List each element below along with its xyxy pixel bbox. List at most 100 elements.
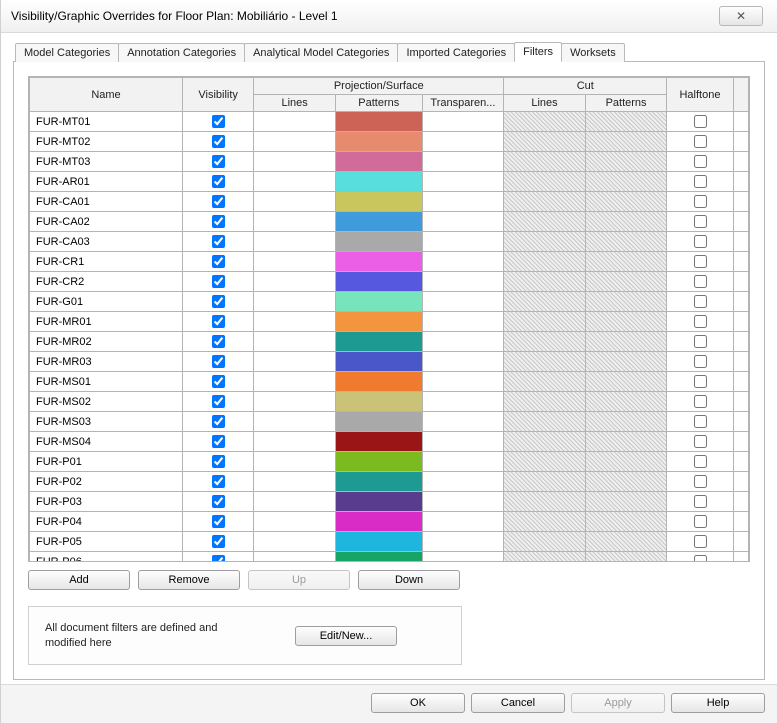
visibility-checkbox[interactable] bbox=[212, 555, 225, 562]
col-halftone-header[interactable]: Halftone bbox=[667, 78, 733, 112]
visibility-checkbox[interactable] bbox=[212, 535, 225, 548]
proj-transparency-cell[interactable] bbox=[422, 412, 504, 432]
halftone-checkbox[interactable] bbox=[694, 135, 707, 148]
visibility-checkbox[interactable] bbox=[212, 135, 225, 148]
visibility-checkbox[interactable] bbox=[212, 415, 225, 428]
tab-filters[interactable]: Filters bbox=[514, 42, 562, 62]
halftone-checkbox[interactable] bbox=[694, 335, 707, 348]
halftone-checkbox[interactable] bbox=[694, 555, 707, 562]
proj-lines-cell[interactable] bbox=[254, 292, 336, 312]
tab-annotation-categories[interactable]: Annotation Categories bbox=[118, 43, 245, 62]
halftone-checkbox[interactable] bbox=[694, 295, 707, 308]
filter-name-cell[interactable]: FUR-G01 bbox=[30, 292, 183, 312]
filter-name-cell[interactable]: FUR-P02 bbox=[30, 472, 183, 492]
col-name-header[interactable]: Name bbox=[30, 78, 183, 112]
filter-name-cell[interactable]: FUR-CA01 bbox=[30, 192, 183, 212]
filter-name-cell[interactable]: FUR-MT02 bbox=[30, 132, 183, 152]
visibility-checkbox[interactable] bbox=[212, 475, 225, 488]
filter-name-cell[interactable]: FUR-MT03 bbox=[30, 152, 183, 172]
proj-pattern-cell[interactable] bbox=[335, 432, 422, 452]
proj-lines-cell[interactable] bbox=[254, 372, 336, 392]
proj-pattern-cell[interactable] bbox=[335, 532, 422, 552]
halftone-cell[interactable] bbox=[667, 552, 733, 563]
proj-pattern-cell[interactable] bbox=[335, 452, 422, 472]
proj-transparency-cell[interactable] bbox=[422, 212, 504, 232]
col-visibility-header[interactable]: Visibility bbox=[182, 78, 253, 112]
visibility-cell[interactable] bbox=[182, 392, 253, 412]
proj-lines-cell[interactable] bbox=[254, 232, 336, 252]
filter-name-cell[interactable]: FUR-MS01 bbox=[30, 372, 183, 392]
visibility-checkbox[interactable] bbox=[212, 515, 225, 528]
visibility-cell[interactable] bbox=[182, 112, 253, 132]
halftone-cell[interactable] bbox=[667, 232, 733, 252]
halftone-cell[interactable] bbox=[667, 252, 733, 272]
table-row[interactable]: FUR-MT01 bbox=[30, 112, 749, 132]
proj-transparency-cell[interactable] bbox=[422, 552, 504, 563]
table-row[interactable]: FUR-P01 bbox=[30, 452, 749, 472]
visibility-cell[interactable] bbox=[182, 232, 253, 252]
proj-transparency-cell[interactable] bbox=[422, 472, 504, 492]
proj-lines-cell[interactable] bbox=[254, 152, 336, 172]
proj-lines-cell[interactable] bbox=[254, 452, 336, 472]
visibility-cell[interactable] bbox=[182, 372, 253, 392]
visibility-checkbox[interactable] bbox=[212, 235, 225, 248]
filter-name-cell[interactable]: FUR-CA03 bbox=[30, 232, 183, 252]
filter-name-cell[interactable]: FUR-P03 bbox=[30, 492, 183, 512]
proj-transparency-cell[interactable] bbox=[422, 232, 504, 252]
proj-lines-cell[interactable] bbox=[254, 172, 336, 192]
visibility-cell[interactable] bbox=[182, 452, 253, 472]
ok-button[interactable]: OK bbox=[371, 693, 465, 713]
table-row[interactable]: FUR-P06 bbox=[30, 552, 749, 563]
filter-name-cell[interactable]: FUR-P06 bbox=[30, 552, 183, 563]
proj-lines-cell[interactable] bbox=[254, 492, 336, 512]
visibility-cell[interactable] bbox=[182, 172, 253, 192]
halftone-checkbox[interactable] bbox=[694, 435, 707, 448]
halftone-cell[interactable] bbox=[667, 292, 733, 312]
table-row[interactable]: FUR-MT03 bbox=[30, 152, 749, 172]
halftone-cell[interactable] bbox=[667, 212, 733, 232]
table-row[interactable]: FUR-P05 bbox=[30, 532, 749, 552]
visibility-checkbox[interactable] bbox=[212, 355, 225, 368]
halftone-checkbox[interactable] bbox=[694, 195, 707, 208]
visibility-cell[interactable] bbox=[182, 192, 253, 212]
halftone-cell[interactable] bbox=[667, 312, 733, 332]
visibility-cell[interactable] bbox=[182, 152, 253, 172]
proj-pattern-cell[interactable] bbox=[335, 232, 422, 252]
table-row[interactable]: FUR-CA02 bbox=[30, 212, 749, 232]
proj-pattern-cell[interactable] bbox=[335, 252, 422, 272]
visibility-cell[interactable] bbox=[182, 132, 253, 152]
visibility-checkbox[interactable] bbox=[212, 215, 225, 228]
proj-transparency-cell[interactable] bbox=[422, 252, 504, 272]
halftone-checkbox[interactable] bbox=[694, 515, 707, 528]
filter-name-cell[interactable]: FUR-AR01 bbox=[30, 172, 183, 192]
proj-lines-cell[interactable] bbox=[254, 252, 336, 272]
table-row[interactable]: FUR-P03 bbox=[30, 492, 749, 512]
proj-transparency-cell[interactable] bbox=[422, 392, 504, 412]
filter-name-cell[interactable]: FUR-P05 bbox=[30, 532, 183, 552]
visibility-checkbox[interactable] bbox=[212, 375, 225, 388]
proj-transparency-cell[interactable] bbox=[422, 272, 504, 292]
proj-transparency-cell[interactable] bbox=[422, 132, 504, 152]
col-cut-patterns-header[interactable]: Patterns bbox=[585, 95, 667, 112]
proj-transparency-cell[interactable] bbox=[422, 352, 504, 372]
col-proj-lines-header[interactable]: Lines bbox=[254, 95, 336, 112]
proj-transparency-cell[interactable] bbox=[422, 372, 504, 392]
proj-transparency-cell[interactable] bbox=[422, 152, 504, 172]
visibility-checkbox[interactable] bbox=[212, 435, 225, 448]
table-row[interactable]: FUR-P04 bbox=[30, 512, 749, 532]
halftone-cell[interactable] bbox=[667, 492, 733, 512]
visibility-checkbox[interactable] bbox=[212, 295, 225, 308]
halftone-checkbox[interactable] bbox=[694, 535, 707, 548]
tab-worksets[interactable]: Worksets bbox=[561, 43, 625, 62]
table-row[interactable]: FUR-CA01 bbox=[30, 192, 749, 212]
halftone-cell[interactable] bbox=[667, 172, 733, 192]
proj-pattern-cell[interactable] bbox=[335, 172, 422, 192]
filter-name-cell[interactable]: FUR-MR02 bbox=[30, 332, 183, 352]
close-button[interactable]: ✕ bbox=[719, 6, 763, 26]
proj-pattern-cell[interactable] bbox=[335, 492, 422, 512]
halftone-cell[interactable] bbox=[667, 432, 733, 452]
halftone-checkbox[interactable] bbox=[694, 115, 707, 128]
visibility-cell[interactable] bbox=[182, 552, 253, 563]
add-button[interactable]: Add bbox=[28, 570, 130, 590]
visibility-cell[interactable] bbox=[182, 332, 253, 352]
